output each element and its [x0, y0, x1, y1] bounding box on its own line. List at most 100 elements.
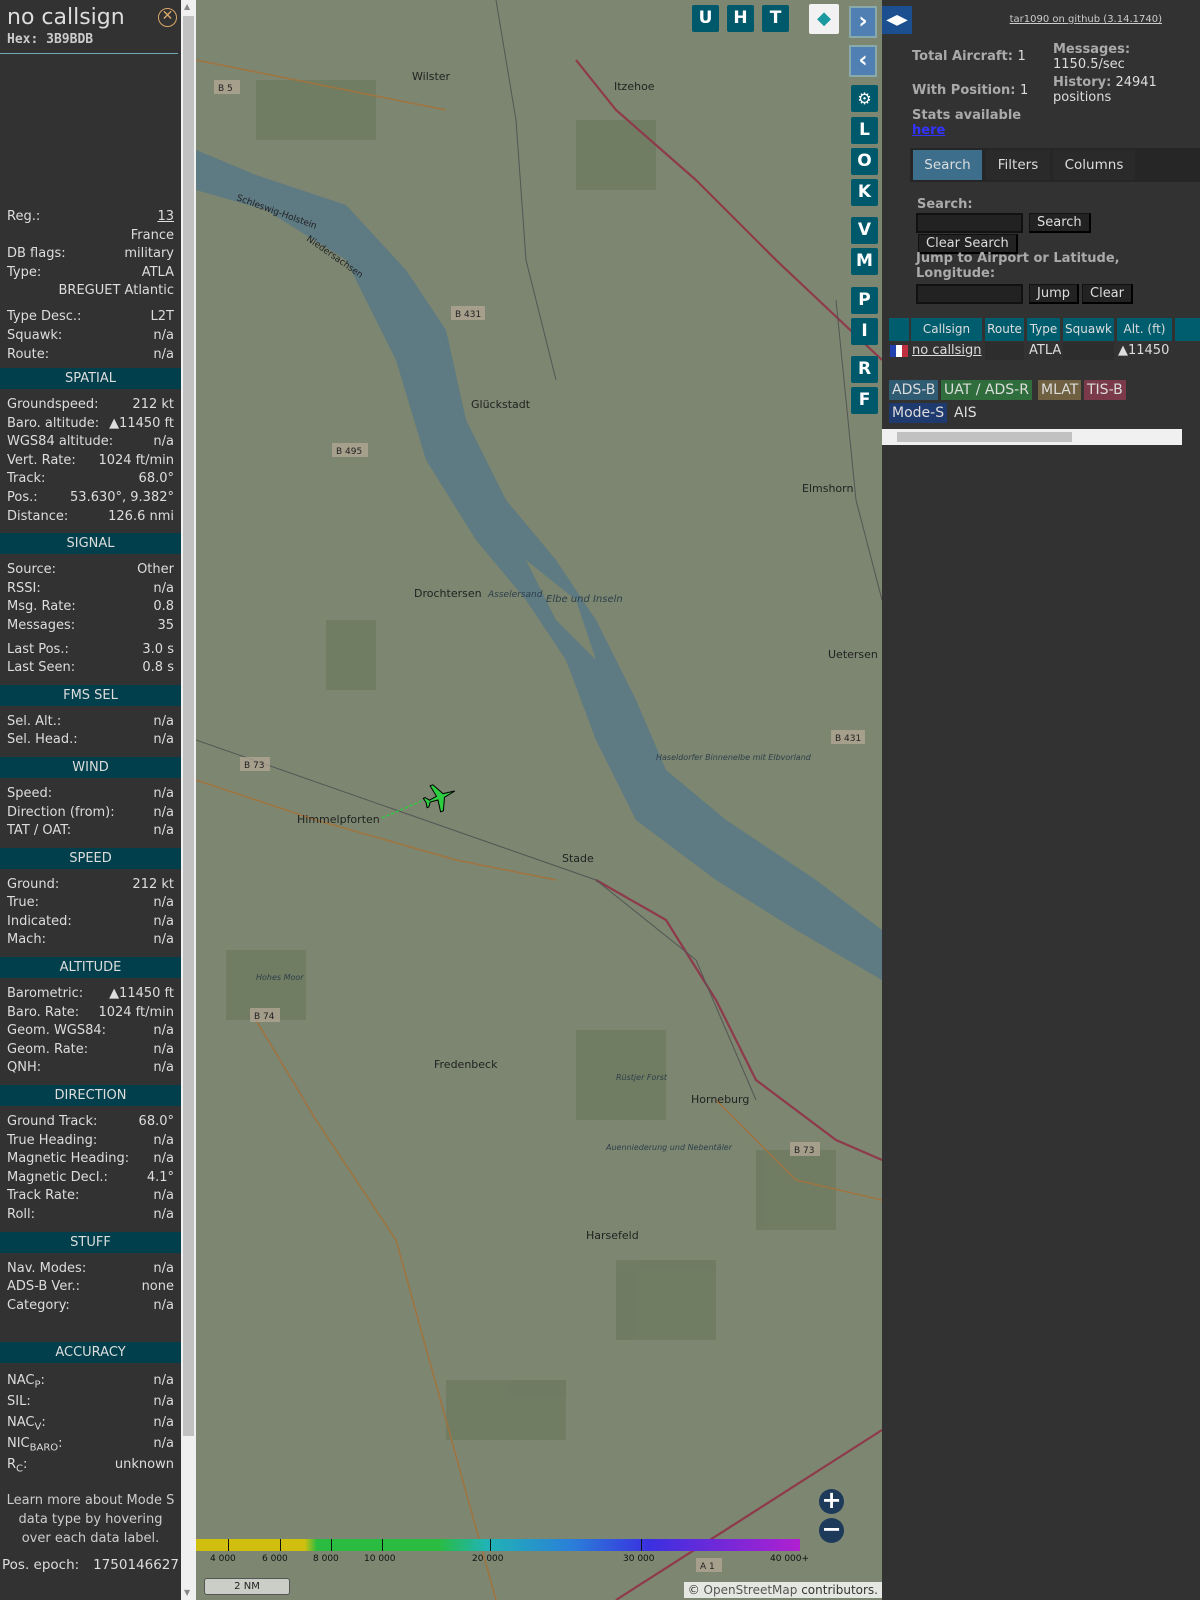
- column-header-route[interactable]: Route: [985, 318, 1024, 341]
- column-header-callsign[interactable]: Callsign: [911, 318, 982, 341]
- tab-filters[interactable]: Filters: [986, 150, 1050, 180]
- toggle-i-button[interactable]: I: [851, 318, 878, 345]
- close-icon[interactable]: ✕: [158, 8, 177, 27]
- toggle-o-button[interactable]: O: [851, 148, 878, 175]
- label-tail: :: [40, 1373, 45, 1389]
- place-label: Horneburg: [691, 1093, 749, 1106]
- toggle-u-button[interactable]: U: [692, 5, 719, 32]
- jump-button[interactable]: Jump: [1029, 284, 1079, 304]
- info-value: France: [130, 227, 174, 243]
- toggle-r-button[interactable]: R: [851, 356, 878, 383]
- legend-adsb: ADS-B: [889, 380, 939, 400]
- column-header-altitude[interactable]: Alt. (ft): [1117, 318, 1172, 341]
- stats-text: Stats available: [912, 108, 1022, 123]
- accuracy-row: NACP: n/a: [0, 1370, 181, 1391]
- column-header-squawk[interactable]: Squawk: [1063, 318, 1114, 341]
- toggle-p-button[interactable]: P: [851, 287, 878, 314]
- scale-tick-label: 6 000: [262, 1554, 288, 1564]
- toggle-m-button[interactable]: M: [851, 248, 878, 275]
- detail-value: n/a: [153, 1060, 174, 1076]
- detail-value: ▲11450 ft: [109, 986, 174, 1002]
- scale-tick-mark: [382, 1539, 383, 1551]
- collapse-left-icon[interactable]: ‹: [849, 45, 877, 77]
- detail-row: WGS84 altitude: n/a: [0, 433, 181, 452]
- detail-row: Last Pos.: 3.0 s: [0, 641, 181, 660]
- detail-label: QNH:: [7, 1060, 42, 1076]
- accuracy-value: n/a: [153, 1436, 174, 1452]
- info-label: Reg.:: [7, 209, 41, 224]
- detail-label: Last Seen:: [7, 660, 76, 676]
- column-header-flag[interactable]: [889, 318, 909, 341]
- place-label: Himmelpforten: [297, 813, 380, 826]
- jump-input[interactable]: [916, 284, 1023, 304]
- label-text: NIC: [7, 1436, 30, 1452]
- row-callsign[interactable]: no callsign: [912, 342, 982, 360]
- accuracy-row: NACV: n/a: [0, 1412, 181, 1433]
- messages-stat: Messages: 1150.5/sec: [1053, 42, 1130, 72]
- accuracy-label: NICBARO:: [7, 1433, 63, 1454]
- detail-value: n/a: [153, 1207, 174, 1222]
- zoom-in-icon[interactable]: +: [819, 1488, 844, 1514]
- attribution: © OpenStreetMap contributors.: [683, 1582, 882, 1598]
- place-label: Drochtersen: [414, 587, 482, 600]
- hex-label: Hex:: [7, 32, 39, 47]
- attribution-prefix: ©: [687, 1583, 704, 1597]
- scale-tick-label: 20 000: [472, 1554, 504, 1564]
- road-label: B 431: [455, 310, 481, 320]
- left-scrollbar[interactable]: ▲ ▼: [181, 0, 196, 1600]
- detail-value: n/a: [153, 823, 174, 839]
- tab-search[interactable]: Search: [913, 150, 982, 180]
- detail-row: Ground: 212 kt: [0, 876, 181, 895]
- pos-epoch-label: Pos. epoch:: [2, 1557, 80, 1574]
- info-row: France: [0, 227, 181, 246]
- map[interactable]: Wilster Itzehoe Glückstadt Elmshorn Droc…: [196, 0, 882, 1600]
- section-header-direction: DIRECTION: [0, 1085, 181, 1107]
- hscroll-thumb[interactable]: [897, 432, 1072, 442]
- osm-link[interactable]: OpenStreetMap: [704, 1583, 798, 1597]
- detail-value: ▲11450 ft: [109, 415, 174, 431]
- toggle-sidebar-icon[interactable]: ◀▶: [882, 6, 912, 34]
- detail-value: none: [141, 1279, 174, 1295]
- detail-value: n/a: [153, 1151, 174, 1167]
- detail-value: n/a: [153, 932, 174, 948]
- detail-row: Vert. Rate: 1024 ft/min: [0, 452, 181, 471]
- toggle-l-button[interactable]: L: [851, 117, 878, 144]
- messages-label: Messages:: [1053, 42, 1131, 57]
- section-header-fms-sel: FMS SEL: [0, 684, 181, 706]
- layers-icon[interactable]: ◆: [809, 4, 839, 34]
- accuracy-value: unknown: [114, 1457, 174, 1473]
- row-route: [985, 342, 1024, 360]
- column-header-more[interactable]: [1175, 318, 1200, 341]
- scale-tick-label: 10 000: [364, 1554, 396, 1564]
- search-input[interactable]: [916, 213, 1023, 233]
- toggle-k-button[interactable]: K: [851, 179, 878, 206]
- right-panel: ◀▶ tar1090 on github (3.14.1740) Total A…: [882, 0, 1200, 1600]
- scroll-thumb[interactable]: [183, 16, 194, 1436]
- detail-label: Source:: [7, 562, 57, 578]
- toggle-t-button[interactable]: T: [762, 5, 789, 32]
- detail-row: Mach: n/a: [0, 931, 181, 950]
- section-header-stuff: STUFF: [0, 1231, 181, 1253]
- column-header-type[interactable]: Type: [1027, 318, 1060, 341]
- github-link[interactable]: tar1090 on github (3.14.1740): [1010, 14, 1162, 25]
- callsign-title: no callsign: [7, 5, 125, 30]
- tab-columns[interactable]: Columns: [1053, 150, 1135, 180]
- detail-label: Track:: [7, 471, 46, 487]
- info-value[interactable]: 13: [157, 208, 174, 227]
- clear-button[interactable]: Clear: [1082, 284, 1133, 304]
- detail-row: Pos.: 53.630°, 9.382°: [0, 489, 181, 508]
- horizontal-scrollbar[interactable]: [882, 429, 1182, 445]
- expand-right-icon[interactable]: ›: [849, 6, 877, 38]
- scale-tick-mark: [331, 1539, 332, 1551]
- settings-gear-icon[interactable]: ⚙: [851, 85, 878, 112]
- altitude-color-scale: [196, 1539, 800, 1551]
- detail-value: 0.8 s: [142, 660, 174, 676]
- zoom-out-icon[interactable]: −: [819, 1517, 844, 1543]
- toggle-h-button[interactable]: H: [727, 5, 754, 32]
- toggle-v-button[interactable]: V: [851, 217, 878, 244]
- stats-link[interactable]: here: [912, 123, 1021, 138]
- search-button[interactable]: Search: [1029, 213, 1091, 233]
- detail-row: Msg. Rate: 0.8: [0, 598, 181, 617]
- detail-label: Baro. altitude:: [7, 415, 100, 431]
- toggle-f-button[interactable]: F: [851, 387, 878, 414]
